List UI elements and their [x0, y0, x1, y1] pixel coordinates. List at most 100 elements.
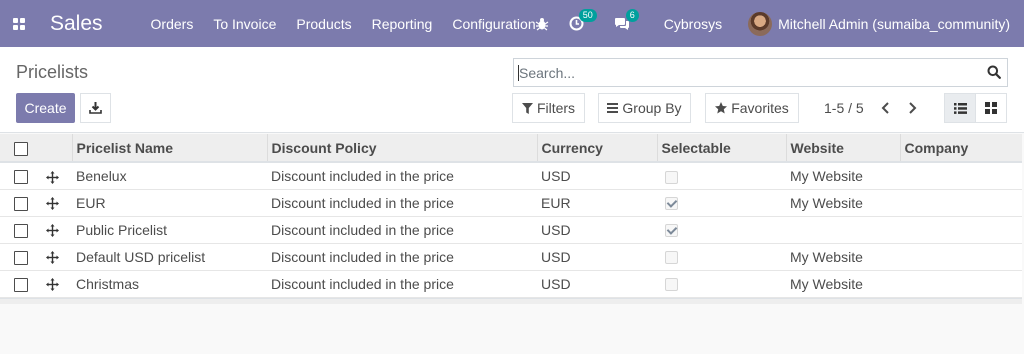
search-icon[interactable] [987, 65, 1001, 79]
row-checkbox[interactable] [14, 169, 28, 184]
cell-pricelist-name: EUR [76, 194, 106, 211]
cell-website: My Website [790, 275, 863, 292]
selectable-checkbox [665, 278, 678, 292]
cell-pricelist-name: Public Pricelist [76, 221, 168, 238]
row-select-cell [0, 189, 42, 216]
pager-next-icon[interactable] [906, 100, 918, 116]
cell-currency: USD [541, 275, 571, 292]
drag-handle-icon[interactable] [46, 251, 59, 265]
table-body: Benelux Discount included in the price U… [0, 162, 1022, 297]
menu-orders[interactable]: Orders [151, 16, 194, 32]
debug-bug-icon[interactable] [535, 0, 549, 47]
user-menu[interactable]: Mitchell Admin (sumaiba_community) [778, 16, 1010, 32]
cell-website [786, 216, 900, 243]
cell-discount-policy: Discount included in the price [271, 221, 454, 238]
column-header-company[interactable]: Company [900, 134, 1022, 163]
column-header-website[interactable]: Website [786, 134, 901, 163]
app-brand[interactable]: Sales [50, 12, 103, 36]
star-icon [715, 102, 728, 114]
filters-label: Filters [536, 100, 576, 116]
favorites-button[interactable]: Favorites [705, 93, 799, 123]
cell-currency: USD [541, 167, 571, 184]
cell-discount-policy: Discount included in the price [271, 248, 454, 265]
column-header-discount-policy[interactable]: Discount Policy [267, 134, 538, 163]
messages-count-badge: 6 [625, 9, 639, 22]
search-box [513, 58, 1008, 87]
cell-pricelist-name: Benelux [76, 167, 127, 184]
row-handle-cell [42, 243, 72, 270]
cell-website: My Website [790, 194, 863, 211]
row-select-cell [0, 216, 42, 243]
activity-count-badge: 50 [578, 9, 597, 22]
group-by-bars-icon [607, 103, 619, 113]
selectable-checkbox [665, 251, 678, 265]
cell-company [900, 216, 1022, 243]
row-checkbox[interactable] [14, 196, 28, 211]
company-switcher[interactable]: Cybrosys [664, 16, 722, 32]
selectable-checkbox-checked [665, 224, 678, 238]
kanban-view-icon [985, 102, 997, 114]
cell-selectable [657, 216, 786, 243]
table-row[interactable]: Default USD pricelist Discount included … [0, 243, 1022, 270]
cell-pricelist-name: Default USD pricelist [76, 248, 206, 265]
cell-website: My Website [790, 248, 863, 265]
row-checkbox[interactable] [14, 250, 28, 265]
cell-pricelist-name: Christmas [76, 275, 140, 292]
selectable-checkbox-checked [665, 197, 678, 211]
table-header-row: Pricelist Name Discount Policy Currency … [0, 134, 1022, 163]
control-panel: Pricelists Create Filters Group By Favor… [0, 47, 1024, 133]
list-view-icon [953, 102, 967, 114]
systray: 50 6 Cybrosys Mitchell Admin (sumaiba_co… [517, 0, 1024, 47]
drag-handle-icon[interactable] [46, 170, 59, 184]
messages-comments-icon[interactable]: 6 [614, 0, 639, 47]
list-view-button[interactable] [944, 93, 976, 123]
row-handle-cell [42, 216, 72, 243]
table-footer [0, 297, 1022, 304]
column-header-currency[interactable]: Currency [537, 134, 658, 163]
group-by-button[interactable]: Group By [598, 93, 691, 123]
table-row[interactable]: Benelux Discount included in the price U… [0, 162, 1022, 189]
cell-company [900, 189, 1022, 216]
table-row[interactable]: EUR Discount included in the price EUR M… [0, 189, 1022, 216]
search-input[interactable] [514, 59, 974, 86]
download-button[interactable] [80, 93, 111, 123]
download-icon [89, 102, 102, 114]
select-all-checkbox[interactable] [14, 141, 28, 156]
cell-currency: USD [541, 221, 571, 238]
activity-clock-icon[interactable]: 50 [569, 0, 597, 47]
cell-selectable [657, 162, 786, 189]
table-row[interactable]: Christmas Discount included in the price… [0, 270, 1022, 297]
row-handle-cell [42, 270, 72, 297]
column-header-pricelist-name[interactable]: Pricelist Name [72, 134, 268, 163]
column-header-selectable[interactable]: Selectable [657, 134, 787, 163]
cell-website: My Website [790, 167, 863, 184]
main-navbar: Sales Orders To Invoice Products Reporti… [0, 0, 1024, 47]
cell-company [900, 162, 1022, 189]
row-checkbox[interactable] [14, 277, 28, 292]
drag-handle-icon[interactable] [46, 278, 59, 292]
pager-previous-icon[interactable] [879, 100, 891, 116]
filters-button[interactable]: Filters [512, 93, 585, 123]
filter-icon [521, 102, 533, 114]
user-avatar[interactable] [748, 11, 773, 36]
pager-value[interactable]: 1-5 / 5 [824, 100, 864, 116]
menu-to-invoice[interactable]: To Invoice [213, 16, 276, 32]
apps-menu-icon[interactable] [2, 0, 36, 47]
create-button[interactable]: Create [16, 93, 75, 123]
menu-reporting[interactable]: Reporting [372, 16, 433, 32]
group-by-label: Group By [622, 100, 682, 116]
drag-handle-icon[interactable] [46, 224, 59, 238]
row-select-cell [0, 162, 42, 189]
cell-discount-policy: Discount included in the price [271, 167, 454, 184]
cell-company [900, 270, 1022, 297]
row-checkbox[interactable] [14, 223, 28, 238]
cell-discount-policy: Discount included in the price [271, 194, 454, 211]
drag-handle-icon[interactable] [46, 197, 59, 211]
pricelist-table: Pricelist Name Discount Policy Currency … [0, 134, 1022, 298]
select-all-cell [0, 134, 42, 163]
cell-selectable [657, 243, 786, 270]
menu-products[interactable]: Products [296, 16, 351, 32]
kanban-view-button[interactable] [975, 93, 1007, 123]
table-row[interactable]: Public Pricelist Discount included in th… [0, 216, 1022, 243]
page-title: Pricelists [16, 62, 89, 82]
